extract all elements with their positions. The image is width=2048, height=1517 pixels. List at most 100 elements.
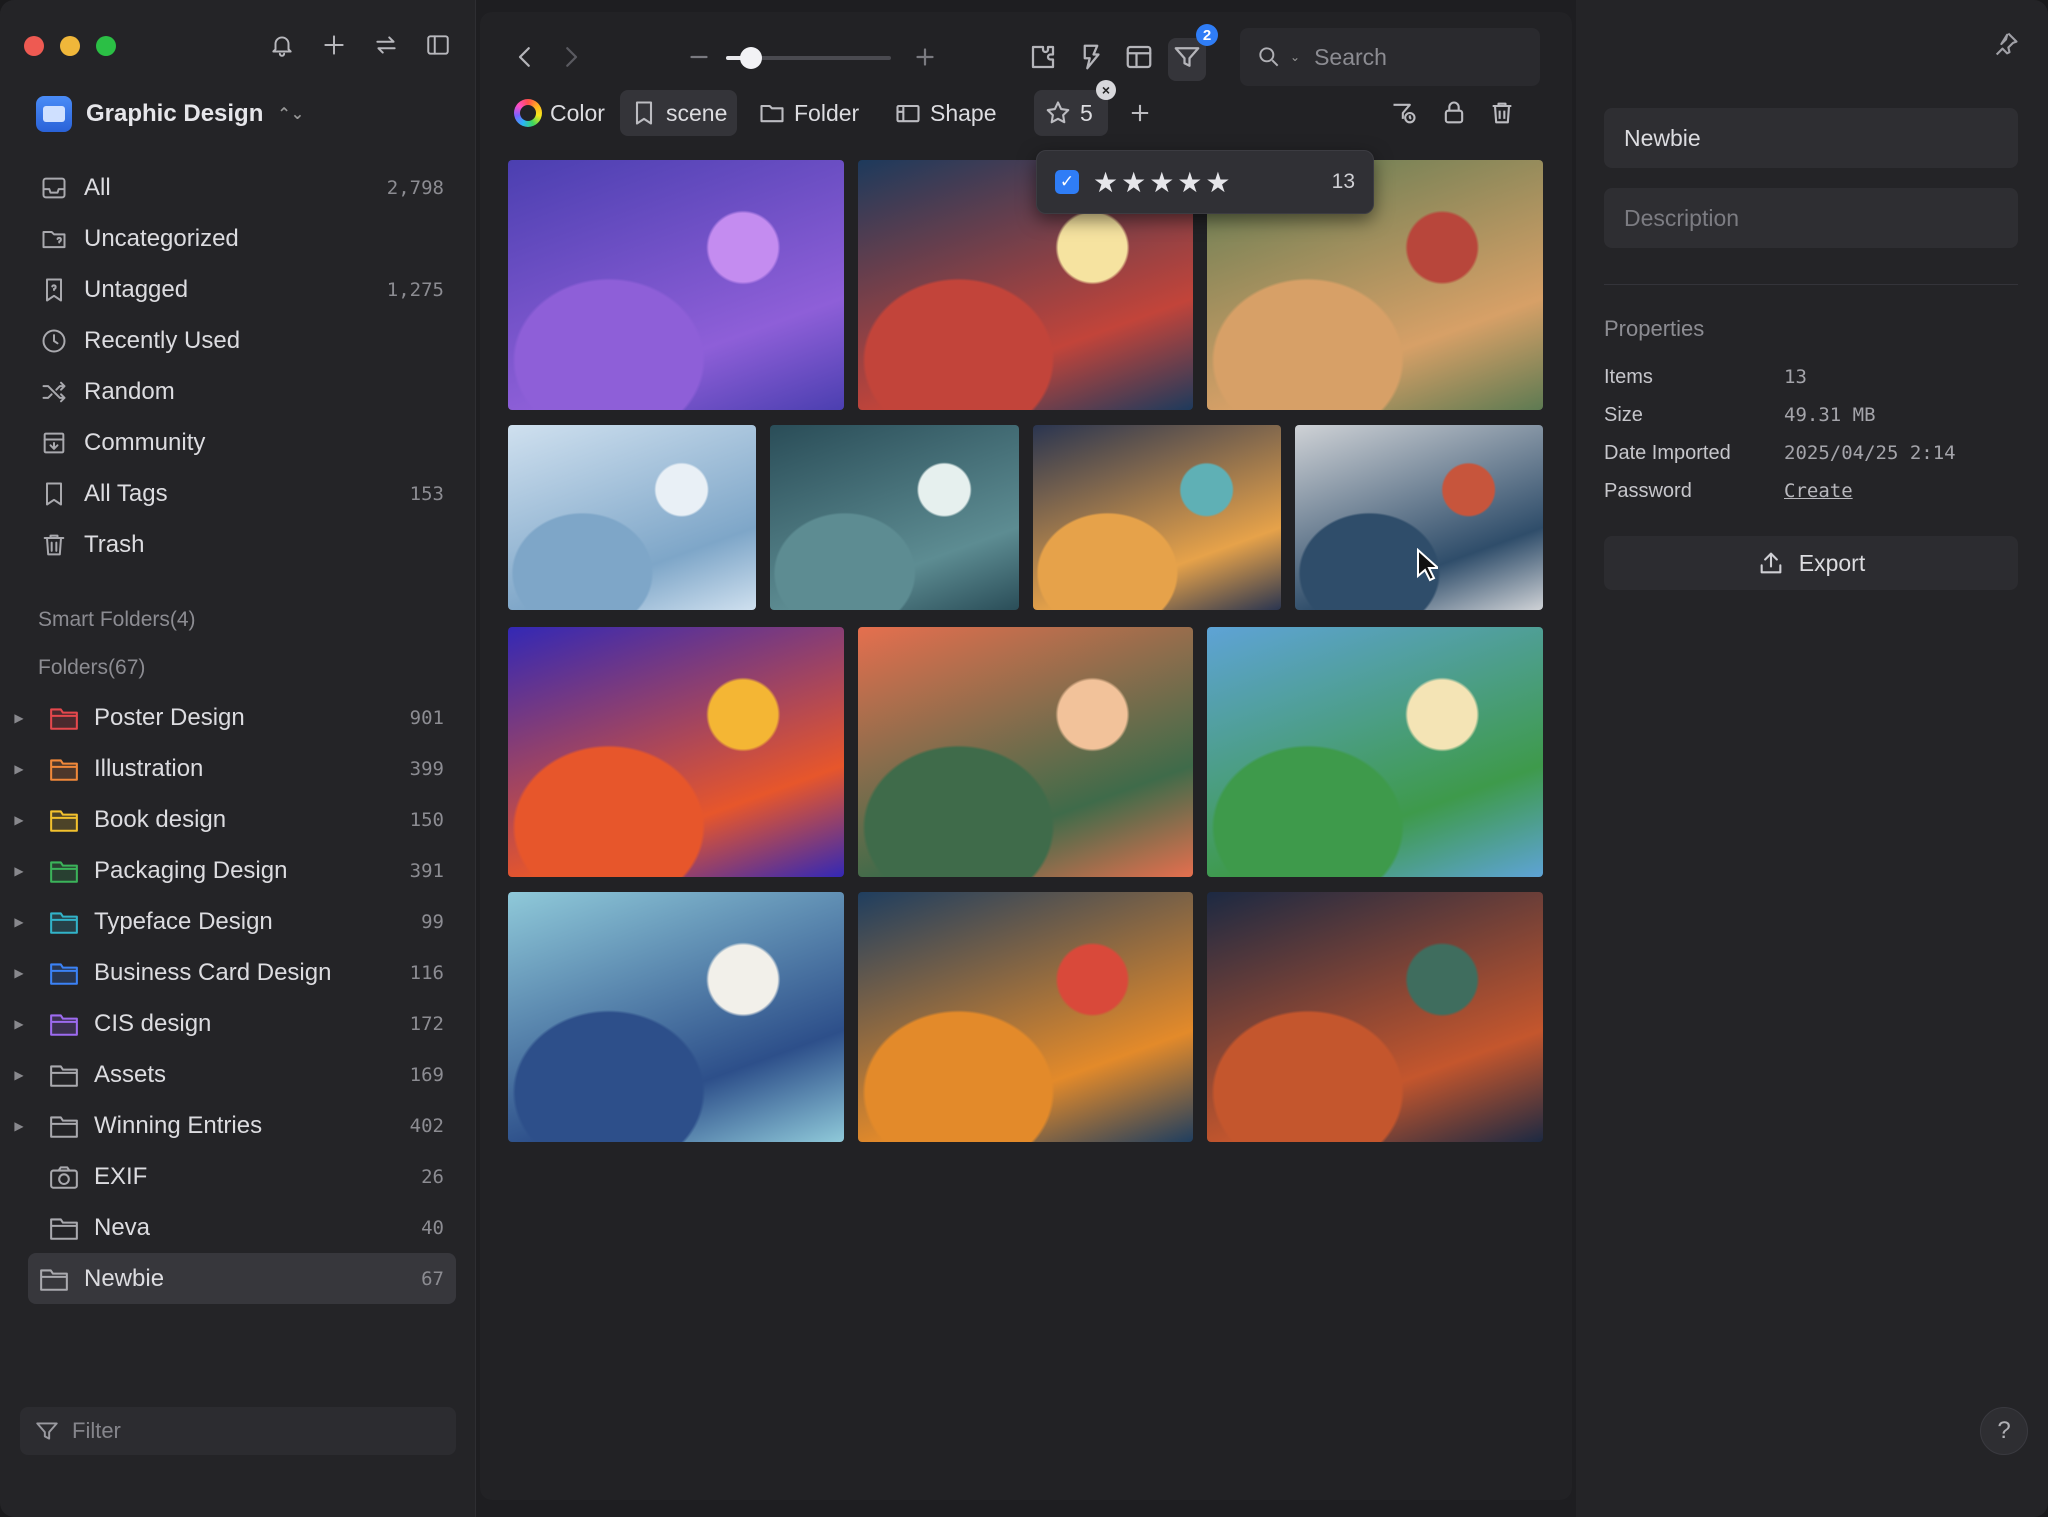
folder-item-cis-design[interactable]: ▶ CIS design 172 xyxy=(10,998,456,1049)
search-input[interactable]: ⌄ Search xyxy=(1240,28,1540,86)
shape-filter-chip[interactable]: Shape xyxy=(884,90,1007,136)
bell-icon[interactable] xyxy=(267,30,297,60)
folder-item-illustration[interactable]: ▶ Illustration 399 xyxy=(10,743,456,794)
zoom-slider-knob[interactable] xyxy=(739,47,762,69)
zoom-slider[interactable] xyxy=(726,47,891,69)
tag-filter-chip[interactable]: scene xyxy=(620,90,738,136)
folder-icon xyxy=(48,1061,80,1089)
shape-icon xyxy=(896,104,920,123)
sidebar-item-all-tags[interactable]: All Tags 153 xyxy=(28,468,456,519)
minimize-window-button[interactable] xyxy=(60,36,80,56)
thumb-climber[interactable] xyxy=(1294,425,1543,610)
expand-caret-icon[interactable]: ▶ xyxy=(10,915,28,929)
property-key: Date Imported xyxy=(1604,442,1731,464)
sidebar-item-recently-used[interactable]: Recently Used xyxy=(28,315,456,366)
property-value: 49.31 MB xyxy=(1784,404,1876,426)
folder-count: 169 xyxy=(409,1063,444,1086)
plugin-icon[interactable] xyxy=(1028,42,1058,77)
folder-item-assets[interactable]: ▶ Assets 169 xyxy=(10,1049,456,1100)
expand-caret-icon[interactable]: ▶ xyxy=(10,762,28,776)
folder-count: 99 xyxy=(421,910,444,933)
lock-filter-icon[interactable] xyxy=(1430,90,1478,136)
thumb-courier[interactable] xyxy=(1207,627,1543,877)
thumb-barber-cat[interactable] xyxy=(508,627,844,877)
zoom-in-icon[interactable] xyxy=(910,42,940,77)
forward-icon[interactable] xyxy=(556,42,586,77)
expand-caret-icon[interactable]: ▶ xyxy=(10,1017,28,1031)
smart-folders-header[interactable]: Smart Folders(4) xyxy=(38,608,196,632)
action-icon[interactable] xyxy=(1076,42,1106,77)
library-switcher[interactable]: Graphic Design ⌃⌄ xyxy=(36,96,304,132)
folder-count: 172 xyxy=(409,1012,444,1035)
folder-name-field[interactable]: Newbie xyxy=(1604,108,2018,168)
sidebar-toggle-icon[interactable] xyxy=(423,30,453,60)
folder-filter-chip[interactable]: Folder xyxy=(748,90,869,136)
thumb-forest[interactable] xyxy=(770,425,1019,610)
help-button[interactable]: ? xyxy=(1980,1407,2028,1455)
folder-item-neva[interactable]: Neva 40 xyxy=(10,1202,456,1253)
folder-item-poster-design[interactable]: ▶ Poster Design 901 xyxy=(10,692,456,743)
expand-caret-icon[interactable]: ▶ xyxy=(10,1119,28,1133)
sidebar-item-label: Random xyxy=(84,377,175,405)
rating-checkbox[interactable]: ✓ xyxy=(1055,170,1079,194)
thumb-vr[interactable] xyxy=(857,892,1194,1142)
sidebar-filter-input[interactable]: Filter xyxy=(20,1407,456,1455)
five-stars-icon[interactable]: ★★★★★ xyxy=(1093,166,1318,199)
sidebar-item-random[interactable]: Random xyxy=(28,366,456,417)
filter-toggle-button[interactable]: 2 xyxy=(1168,24,1218,81)
zoom-window-button[interactable] xyxy=(96,36,116,56)
sync-arrows-icon[interactable] xyxy=(371,30,401,60)
folder-icon xyxy=(48,704,80,732)
property-key: Size xyxy=(1604,404,1643,426)
sidebar-item-community[interactable]: Community xyxy=(28,417,456,468)
rating-filter-chip[interactable]: 5 × xyxy=(1034,80,1116,136)
library-name: Graphic Design xyxy=(86,100,264,127)
folder-label: Business Card Design xyxy=(94,958,332,986)
expand-caret-icon[interactable]: ▶ xyxy=(10,711,28,725)
tag-question-icon xyxy=(38,274,70,306)
sidebar-item-untagged[interactable]: Untagged 1,275 xyxy=(28,264,456,315)
expand-caret-icon[interactable]: ▶ xyxy=(10,1068,28,1082)
export-button[interactable]: Export xyxy=(1604,536,2018,590)
back-icon[interactable] xyxy=(510,42,540,77)
filter-history-icon[interactable] xyxy=(1380,90,1428,136)
pin-icon[interactable] xyxy=(1992,30,2020,63)
thumb-woman-bird[interactable] xyxy=(1032,425,1281,610)
chevron-down-icon[interactable]: ⌄ xyxy=(1290,50,1300,64)
sidebar-item-uncategorized[interactable]: Uncategorized xyxy=(28,213,456,264)
sidebar-item-all[interactable]: All 2,798 xyxy=(28,162,456,213)
description-field[interactable]: Description xyxy=(1604,188,2018,248)
color-filter-chip[interactable]: Color xyxy=(504,90,615,136)
layout-icon[interactable] xyxy=(1124,42,1154,77)
create-password-link[interactable]: Create xyxy=(1784,480,1853,503)
zoom-out-icon[interactable] xyxy=(684,42,714,77)
thumb-pond[interactable] xyxy=(1207,892,1543,1142)
expand-caret-icon[interactable]: ▶ xyxy=(10,864,28,878)
folder-item-exif[interactable]: EXIF 26 xyxy=(10,1151,456,1202)
folder-item-business-card-design[interactable]: ▶ Business Card Design 116 xyxy=(10,947,456,998)
thumb-windows[interactable] xyxy=(857,627,1194,877)
folder-item-book-design[interactable]: ▶ Book design 150 xyxy=(10,794,456,845)
folder-item-newbie[interactable]: Newbie 67 xyxy=(28,1253,456,1304)
folder-count: 399 xyxy=(409,757,444,780)
funnel-icon xyxy=(36,1422,58,1440)
add-filter-button[interactable] xyxy=(1116,90,1164,136)
sidebar-item-trash[interactable]: Trash xyxy=(28,519,456,570)
folder-item-typeface-design[interactable]: ▶ Typeface Design 99 xyxy=(10,896,456,947)
remove-filter-icon[interactable]: × xyxy=(1096,80,1116,100)
folders-header[interactable]: Folders(67) xyxy=(38,656,145,680)
folder-count: 116 xyxy=(409,961,444,984)
thumb-gazebo[interactable] xyxy=(508,160,844,410)
folder-label: Assets xyxy=(94,1060,167,1088)
expand-caret-icon[interactable]: ▶ xyxy=(10,966,28,980)
folder-label: CIS design xyxy=(94,1009,212,1037)
add-icon[interactable] xyxy=(319,30,349,60)
expand-caret-icon[interactable]: ▶ xyxy=(10,813,28,827)
folder-item-winning-entries[interactable]: ▶ Winning Entries 402 xyxy=(10,1100,456,1151)
clear-filters-trash-icon[interactable] xyxy=(1478,90,1526,136)
close-window-button[interactable] xyxy=(24,36,44,56)
folder-item-packaging-design[interactable]: ▶ Packaging Design 391 xyxy=(10,845,456,896)
folder-label: Newbie xyxy=(84,1264,165,1292)
thumb-snow[interactable] xyxy=(508,425,757,610)
thumb-chef[interactable] xyxy=(508,892,844,1142)
